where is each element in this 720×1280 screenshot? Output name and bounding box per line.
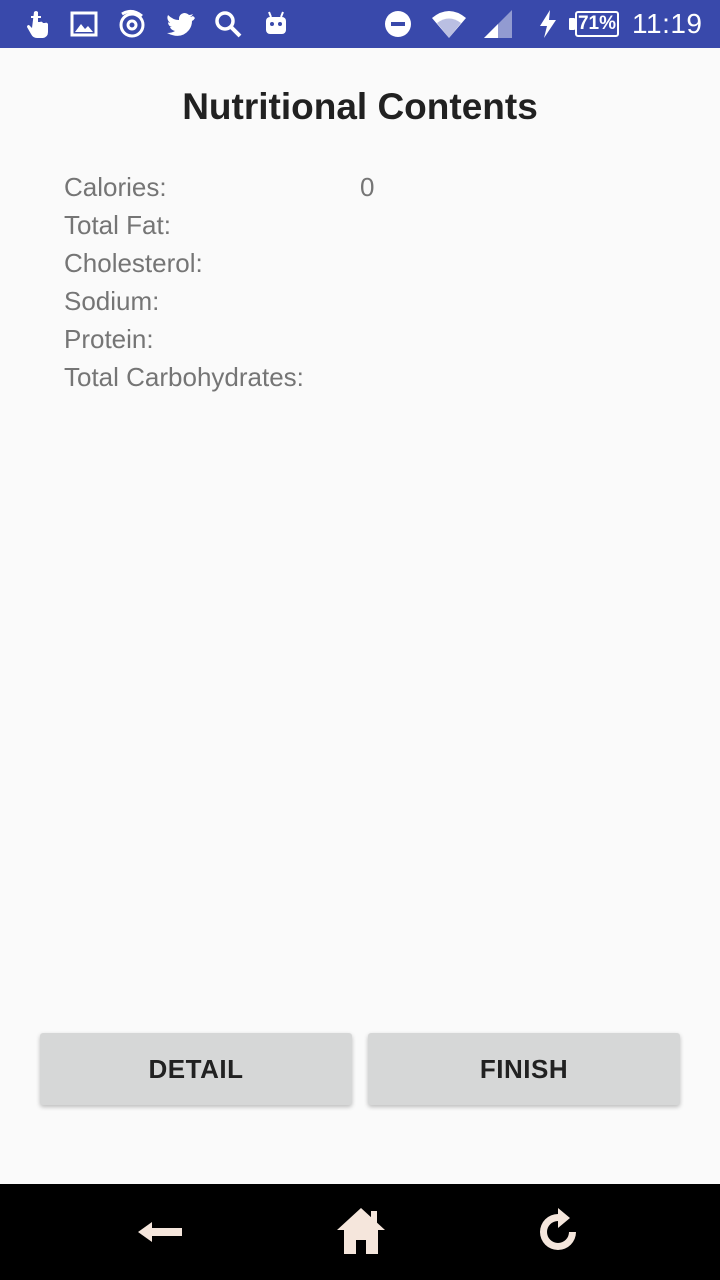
search-icon [212, 8, 244, 40]
status-bar: 71% 11:19 [0, 0, 720, 48]
nutrition-list: Calories: 0 Total Fat: Cholesterol: Sodi… [64, 168, 624, 396]
nutrition-label: Calories: [64, 172, 167, 202]
android-icon [260, 8, 292, 40]
detail-button[interactable]: DETAIL [40, 1033, 352, 1105]
nutrition-label: Total Fat: [64, 210, 171, 240]
clock: 11:19 [632, 8, 703, 39]
nutrition-label: Protein: [64, 324, 154, 354]
finish-button[interactable]: FINISH [368, 1033, 680, 1105]
page-title: Nutritional Contents [182, 86, 538, 127]
nutrition-row-cholesterol: Cholesterol: [64, 244, 624, 282]
nutrition-row-calories: Calories: 0 [64, 168, 624, 206]
nutrition-row-sodium: Sodium: [64, 282, 624, 320]
wifi-icon [430, 8, 468, 40]
twitter-icon [164, 8, 196, 40]
nutrition-value: 0 [360, 172, 375, 202]
nutrition-row-protein: Protein: [64, 320, 624, 358]
signal-icon [482, 8, 514, 40]
do-not-disturb-icon [382, 8, 414, 40]
refresh-icon[interactable] [528, 1202, 588, 1262]
touch-icon [22, 8, 54, 40]
home-icon[interactable] [331, 1202, 391, 1262]
app-icon [116, 8, 148, 40]
nutrition-label: Total Carbohydrates: [64, 362, 304, 392]
nutrition-row-total-carbohydrates: Total Carbohydrates: [64, 358, 624, 396]
navigation-bar [0, 1184, 720, 1280]
battery-level: 71% [575, 11, 619, 37]
back-arrow-icon[interactable] [130, 1202, 190, 1262]
nutrition-label: Sodium: [64, 286, 160, 316]
gallery-icon [68, 8, 100, 40]
nutrition-label: Cholesterol: [64, 248, 203, 278]
charging-icon [536, 8, 560, 40]
nutrition-row-total-fat: Total Fat: [64, 206, 624, 244]
